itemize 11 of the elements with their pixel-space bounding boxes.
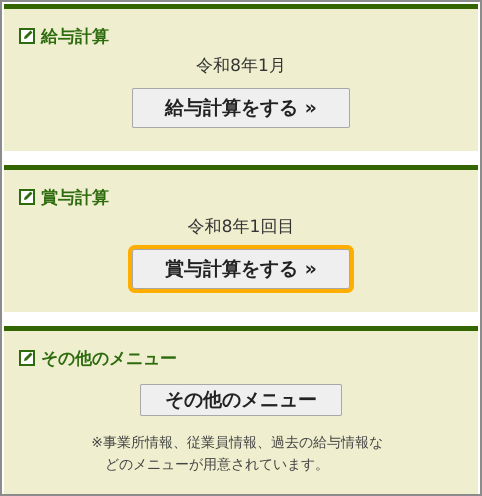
edit-icon <box>18 188 36 206</box>
period-label: 令和8年1月 <box>195 55 287 78</box>
section-title: 給与計算 <box>41 26 109 48</box>
section-title: その他のメニュー <box>41 348 177 370</box>
edit-icon <box>18 349 36 367</box>
note-text: ※事業所情報、従業員情報、過去の給与情報などのメニューが用意されています。 <box>91 434 384 475</box>
menu-button[interactable]: その他のメニュー <box>140 384 342 416</box>
edit-icon <box>18 27 36 45</box>
section-title: 賞与計算 <box>41 186 109 208</box>
menu-button[interactable]: 給与計算をする » <box>132 88 350 128</box>
period-label: 令和8年1回目 <box>186 216 296 239</box>
